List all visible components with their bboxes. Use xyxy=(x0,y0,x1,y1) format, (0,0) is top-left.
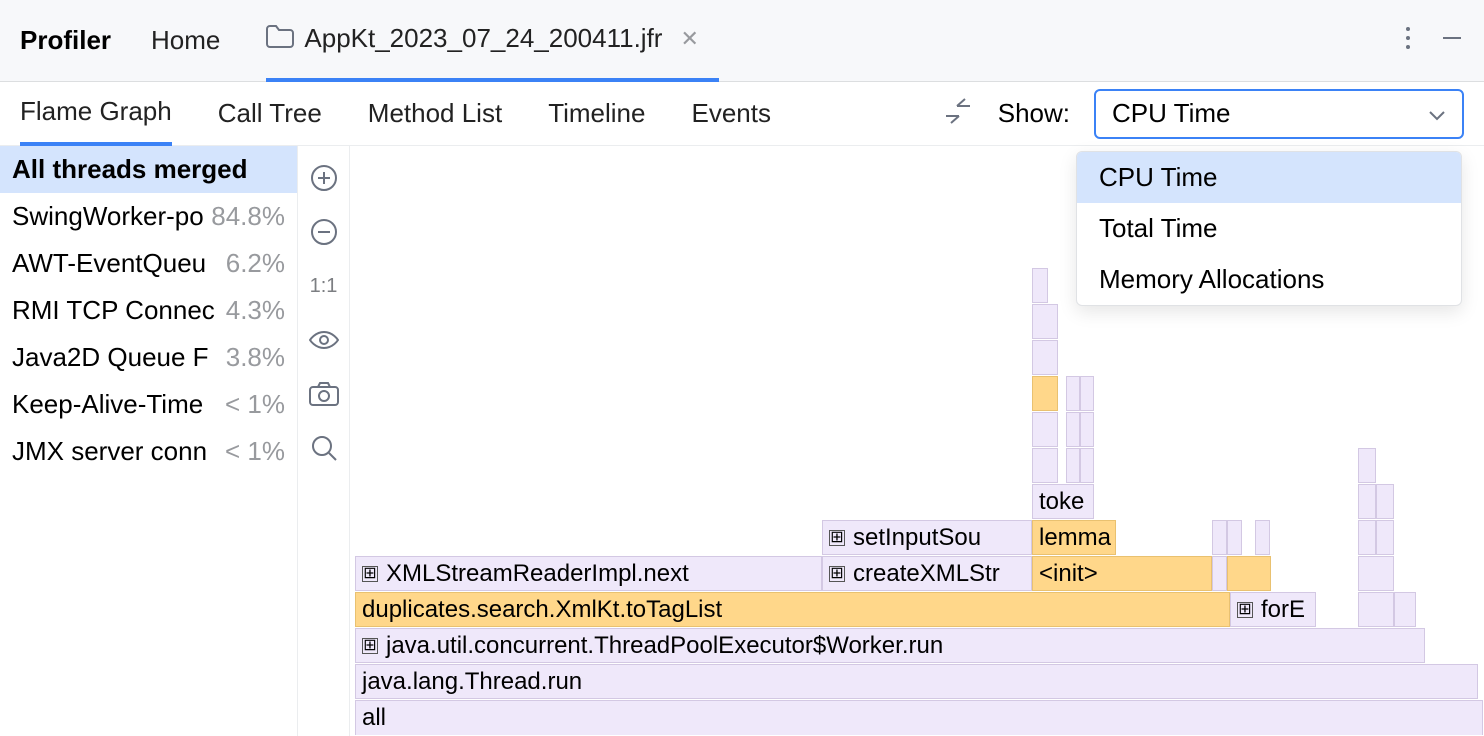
flame-cell-thread-run[interactable]: java.lang.Thread.run xyxy=(355,664,1478,699)
tab-flame-graph[interactable]: Flame Graph xyxy=(20,82,172,146)
search-icon[interactable] xyxy=(311,430,337,466)
flame-cell[interactable] xyxy=(1032,268,1048,303)
flame-cell-lemma[interactable]: lemma xyxy=(1032,520,1116,555)
show-select[interactable]: CPU Time CPU Time Total Time Memory Allo… xyxy=(1094,89,1464,139)
flame-cell[interactable] xyxy=(1376,484,1394,519)
tab-timeline[interactable]: Timeline xyxy=(548,82,645,146)
threads-panel: All threads merged SwingWorker-po 84.8% … xyxy=(0,146,298,736)
flame-cell[interactable] xyxy=(1066,412,1080,447)
flame-cell[interactable] xyxy=(1358,592,1394,627)
thread-row[interactable]: SwingWorker-po 84.8% xyxy=(0,193,297,240)
dropdown-item-cpu-time[interactable]: CPU Time xyxy=(1077,152,1461,203)
flame-cell[interactable] xyxy=(1358,448,1376,483)
thread-row[interactable]: JMX server conn < 1% xyxy=(0,428,297,475)
folder-icon xyxy=(266,24,294,53)
zoom-in-icon[interactable] xyxy=(310,160,338,196)
file-tab-name: AppKt_2023_07_24_200411.jfr xyxy=(304,23,662,54)
thread-name: All threads merged xyxy=(12,154,248,185)
flame-cell[interactable] xyxy=(1394,592,1416,627)
flame-cell[interactable] xyxy=(1032,376,1058,411)
chevron-down-icon xyxy=(1428,98,1446,129)
flame-cell[interactable] xyxy=(1032,340,1058,375)
file-tab[interactable]: AppKt_2023_07_24_200411.jfr ✕ xyxy=(266,0,719,82)
more-icon[interactable] xyxy=(1404,25,1412,56)
subtabs-bar: Flame Graph Call Tree Method List Timeli… xyxy=(0,82,1484,146)
flame-cell-toke[interactable]: toke xyxy=(1032,484,1094,519)
tab-events[interactable]: Events xyxy=(691,82,771,146)
flame-cell[interactable] xyxy=(1358,556,1394,591)
flame-cell[interactable] xyxy=(1080,412,1094,447)
flame-cell-all[interactable]: all xyxy=(355,700,1483,735)
flame-cell[interactable] xyxy=(1376,520,1394,555)
thread-name: AWT-EventQueu xyxy=(12,248,206,279)
thread-row[interactable]: Java2D Queue F 3.8% xyxy=(0,334,297,381)
thread-name: RMI TCP Connec xyxy=(12,295,215,326)
flame-cell[interactable] xyxy=(1358,520,1376,555)
zoom-ratio[interactable]: 1:1 xyxy=(310,268,338,304)
thread-row[interactable]: AWT-EventQueu 6.2% xyxy=(0,240,297,287)
thread-name: Keep-Alive-Time xyxy=(12,389,203,420)
flame-stack: toke ⊞setInputSou lemma ⊞XMLStreamReader… xyxy=(350,268,1484,736)
show-select-value: CPU Time xyxy=(1112,98,1230,129)
thread-row[interactable]: Keep-Alive-Time < 1% xyxy=(0,381,297,428)
dropdown-item-memory-alloc[interactable]: Memory Allocations xyxy=(1077,254,1461,305)
flame-cell-set-input-sou[interactable]: ⊞setInputSou xyxy=(822,520,1032,555)
show-label: Show: xyxy=(998,98,1070,129)
flame-cell[interactable] xyxy=(1032,304,1058,339)
eye-icon[interactable] xyxy=(309,322,339,358)
thread-name: JMX server conn xyxy=(12,436,207,467)
flame-cell-to-tag-list[interactable]: duplicates.search.XmlKt.toTagList xyxy=(355,592,1230,627)
flame-cell[interactable] xyxy=(1212,556,1227,591)
swap-icon[interactable] xyxy=(942,95,974,132)
flame-cell-init[interactable]: <init> xyxy=(1032,556,1212,591)
thread-pct: < 1% xyxy=(225,436,285,467)
thread-pct: 3.8% xyxy=(226,342,285,373)
show-dropdown: CPU Time Total Time Memory Allocations xyxy=(1076,151,1462,306)
flame-cell[interactable] xyxy=(1227,520,1242,555)
flame-cell[interactable] xyxy=(1080,448,1094,483)
flame-cell[interactable] xyxy=(1066,376,1080,411)
thread-pct: 6.2% xyxy=(226,248,285,279)
flame-cell-for-each[interactable]: ⊞forE xyxy=(1230,592,1316,627)
thread-pct: < 1% xyxy=(225,389,285,420)
flame-cell[interactable] xyxy=(1032,448,1058,483)
thread-pct: 4.3% xyxy=(226,295,285,326)
flame-cell[interactable] xyxy=(1212,520,1227,555)
thread-name: SwingWorker-po xyxy=(12,201,204,232)
header-bar: Profiler Home AppKt_2023_07_24_200411.jf… xyxy=(0,0,1484,82)
dropdown-item-total-time[interactable]: Total Time xyxy=(1077,203,1461,254)
thread-name: Java2D Queue F xyxy=(12,342,209,373)
home-tab[interactable]: Home xyxy=(151,25,220,56)
thread-row[interactable]: RMI TCP Connec 4.3% xyxy=(0,287,297,334)
camera-icon[interactable] xyxy=(309,376,339,412)
flame-cell-xml-reader-next[interactable]: ⊞XMLStreamReaderImpl.next xyxy=(355,556,822,591)
zoom-out-icon[interactable] xyxy=(310,214,338,250)
thread-pct: 84.8% xyxy=(211,201,285,232)
profiler-title: Profiler xyxy=(20,25,111,56)
minimize-icon[interactable] xyxy=(1440,26,1464,55)
close-icon[interactable]: ✕ xyxy=(672,26,706,52)
thread-row-all[interactable]: All threads merged xyxy=(0,146,297,193)
flame-toolbar: 1:1 xyxy=(298,146,350,736)
flame-cell[interactable] xyxy=(1080,376,1094,411)
flame-cell-worker-run[interactable]: ⊞java.util.concurrent.ThreadPoolExecutor… xyxy=(355,628,1425,663)
flame-cell[interactable] xyxy=(1227,556,1271,591)
flame-cell[interactable] xyxy=(1255,520,1270,555)
tab-method-list[interactable]: Method List xyxy=(368,82,502,146)
flame-cell[interactable] xyxy=(1358,484,1376,519)
flame-cell[interactable] xyxy=(1032,412,1058,447)
flame-cell-create-xml-str[interactable]: ⊞createXMLStr xyxy=(822,556,1032,591)
tab-call-tree[interactable]: Call Tree xyxy=(218,82,322,146)
flame-cell[interactable] xyxy=(1066,448,1080,483)
